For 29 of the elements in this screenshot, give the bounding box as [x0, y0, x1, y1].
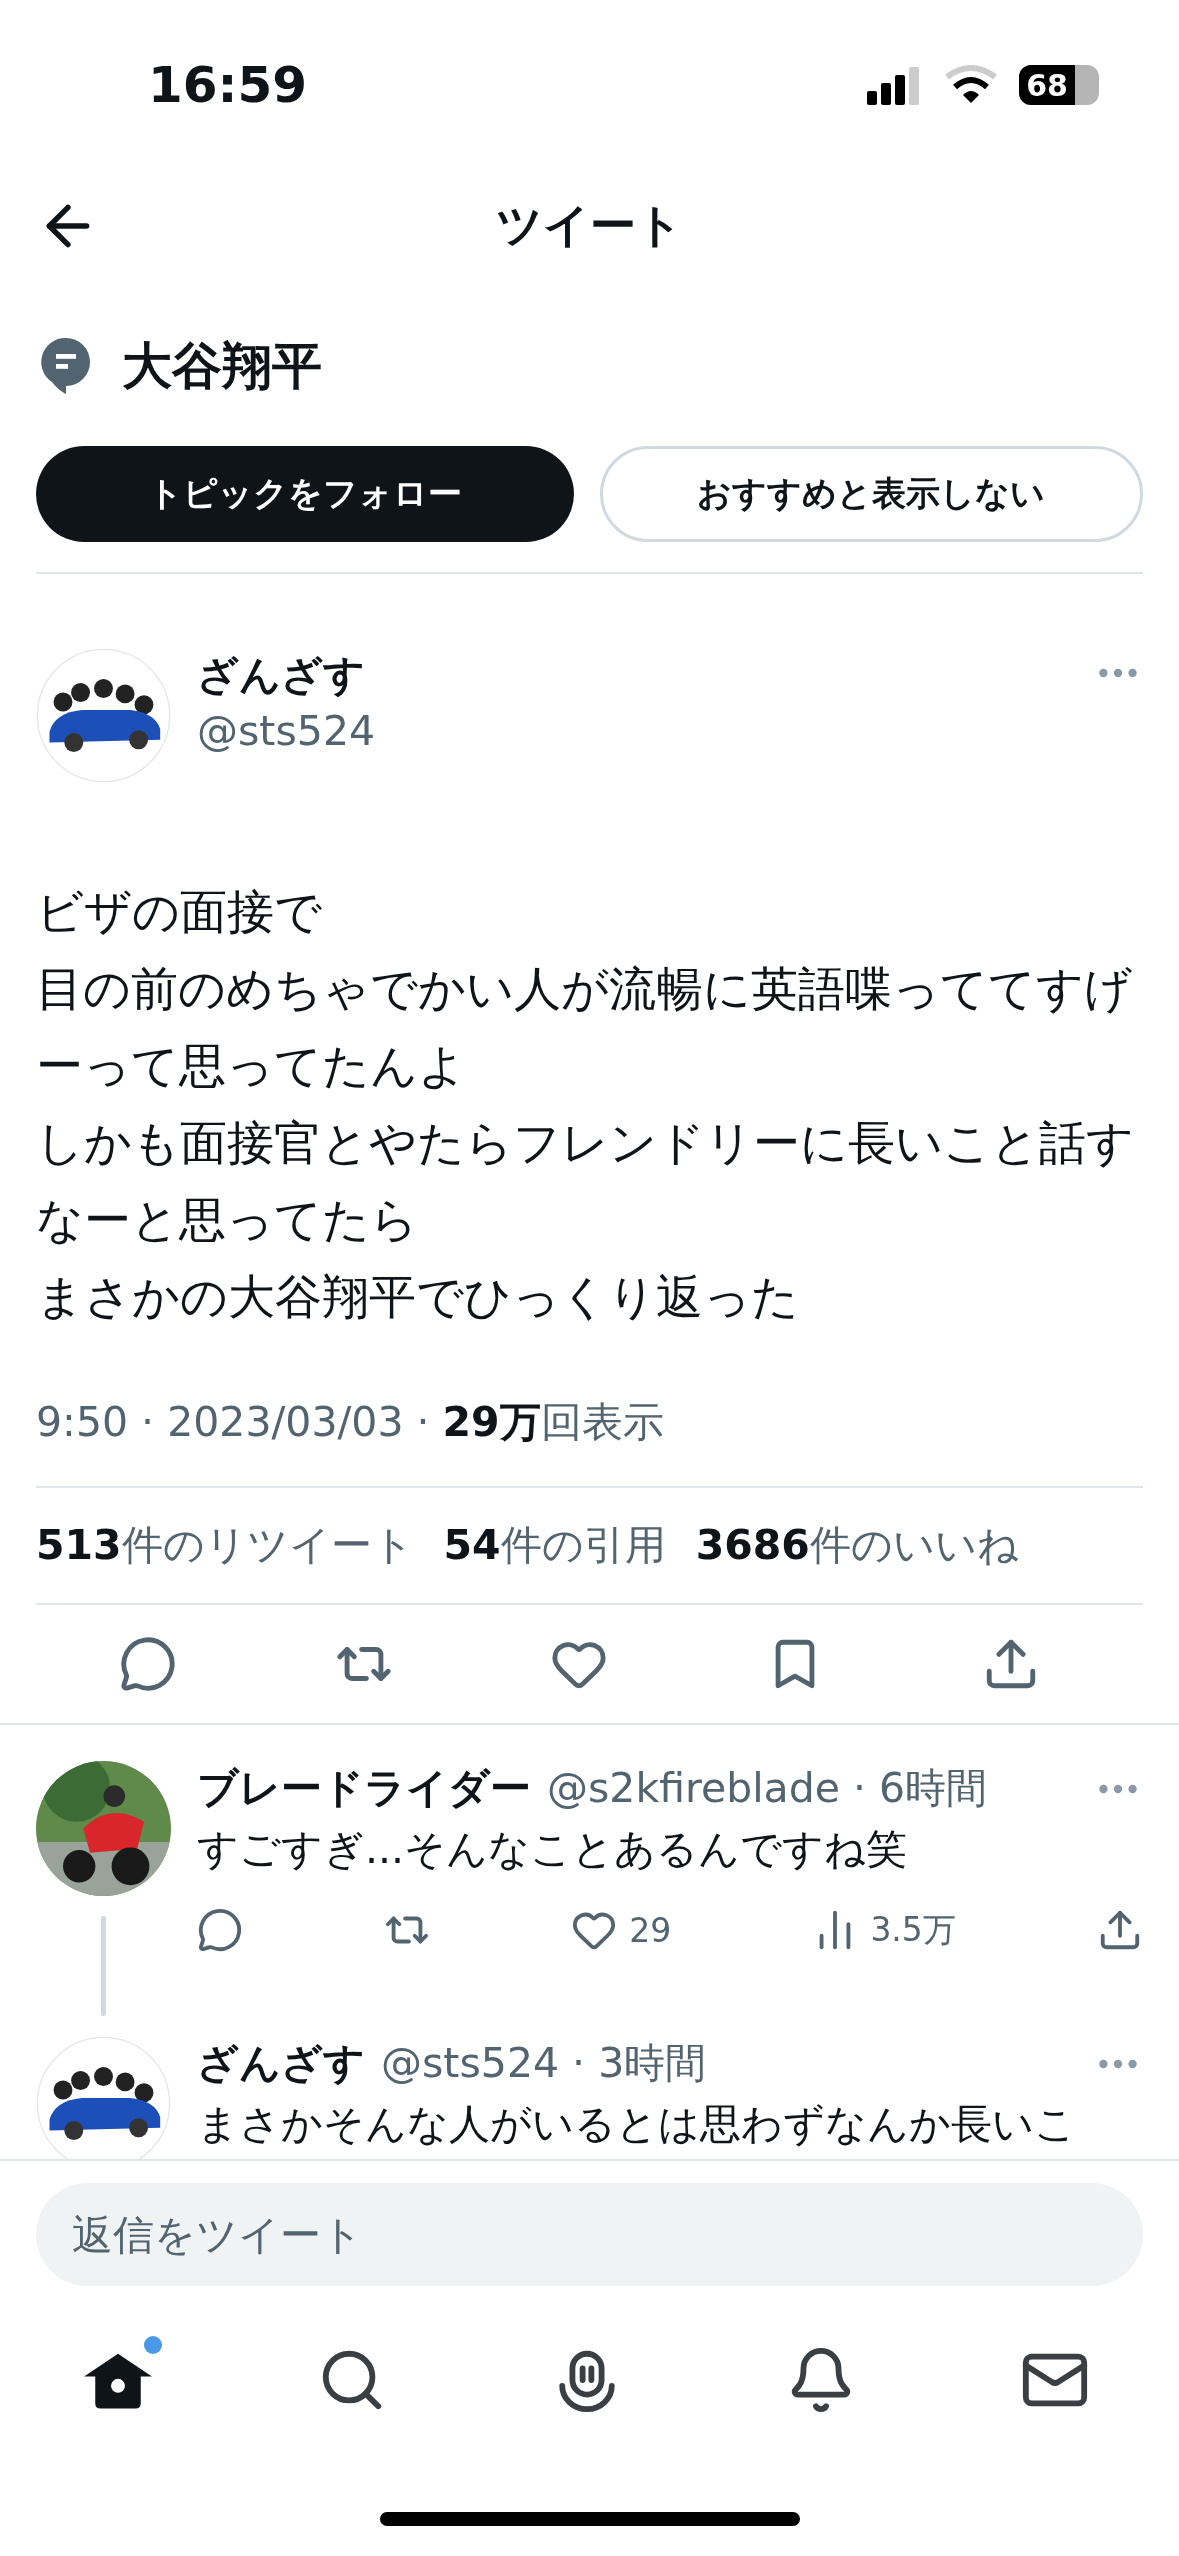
tweet-stat[interactable]: 513件のリツイート — [36, 1518, 414, 1573]
tweet-text-line: ビザの面接で — [36, 883, 323, 941]
tweet-stat[interactable]: 54件の引用 — [443, 1518, 666, 1573]
reply-meta: @s2kfireblade · 6時間 — [547, 1763, 989, 1814]
tweet-meta: 9:50 · 2023/03/03 · 29万回表示 — [36, 1397, 665, 1448]
reply-icon[interactable] — [118, 1635, 177, 1693]
author-name: ざんざす — [197, 650, 366, 701]
battery-level: 68 — [1019, 65, 1075, 105]
hide-topic-button[interactable]: おすすめと表示しない — [599, 446, 1143, 542]
view-count: 3.5万 — [870, 1908, 956, 1951]
reply-text: すごすぎ...そんなことあるんですね笑 — [197, 1824, 909, 1875]
reply-author-name: ざんざす — [197, 2038, 365, 2089]
status-time: 16:59 — [148, 56, 308, 114]
topic-icon — [40, 336, 92, 396]
tweet-stat[interactable]: 3686件のいいね — [695, 1518, 1019, 1573]
reply-text: まさかそんな人がいるとは思わずなんか長いこ — [197, 2099, 1077, 2150]
like-count: 29 — [629, 1910, 672, 1950]
screen-title: ツイート — [495, 197, 684, 254]
reply-icon[interactable] — [197, 1907, 243, 1953]
tweet-text-line: 目の前のめちゃでかい人が流暢に英語喋っててすげーって思ってたんよ — [36, 960, 1133, 1095]
wifi-icon — [945, 65, 997, 105]
follow-topic-button[interactable]: トピックをフォロー — [36, 446, 574, 542]
tweet-text-line: まさかの大谷翔平でひっくり返った — [36, 1268, 800, 1326]
reply-meta: @sts524 · 3時間 — [381, 2038, 708, 2089]
topic-name: 大谷翔平 — [122, 335, 322, 397]
reply-author-name: ブレードライダー — [197, 1763, 531, 1814]
tweet-text-line: しかも面接官とやたらフレンドリーに長いこと話すなーと思ってたら — [36, 1114, 1135, 1249]
author-handle: @sts524 — [197, 707, 377, 755]
reply-input-field[interactable]: 返信をツイート — [36, 2183, 1143, 2286]
